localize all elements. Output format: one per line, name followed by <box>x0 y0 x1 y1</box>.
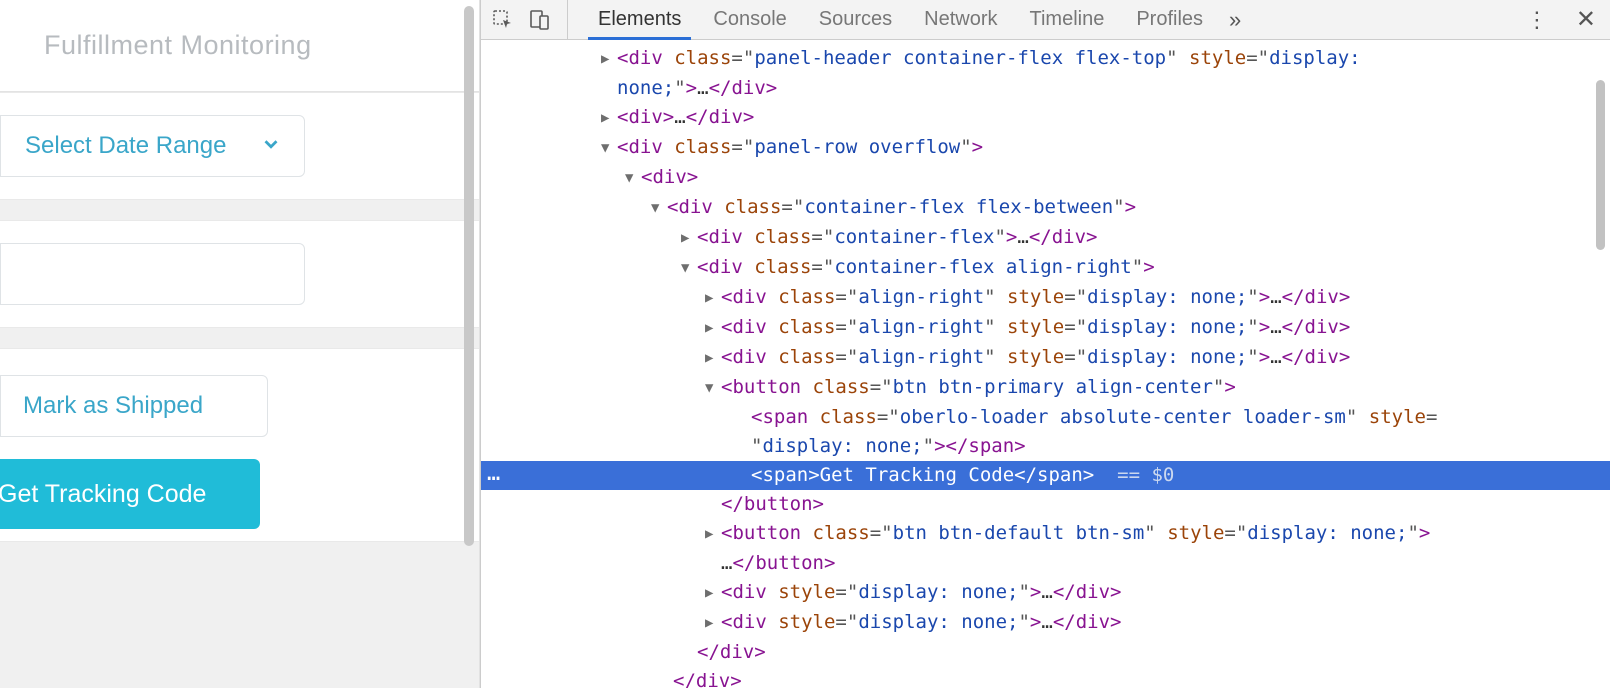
dom-line[interactable]: ▶<button class="btn btn-default btn-sm" … <box>481 519 1610 549</box>
dom-line[interactable]: …</button> <box>481 549 1610 578</box>
devtools-toolbar: ElementsConsoleSourcesNetworkTimelinePro… <box>481 0 1610 40</box>
dom-line[interactable]: none;">…</div> <box>481 74 1610 103</box>
app-scrollbar[interactable] <box>461 0 477 688</box>
date-range-block: Select Date Range <box>0 92 479 200</box>
devtools-scrollbar-thumb[interactable] <box>1596 80 1605 250</box>
dom-line[interactable]: ▼<div class="container-flex align-right"… <box>481 253 1610 283</box>
collapse-arrow-icon[interactable]: ▼ <box>625 164 639 193</box>
date-range-select[interactable]: Select Date Range <box>0 115 305 177</box>
filter-input[interactable] <box>0 243 305 305</box>
dom-line[interactable]: ▶<div class="panel-header container-flex… <box>481 44 1610 74</box>
get-tracking-code-label: Get Tracking Code <box>0 480 206 509</box>
dom-line[interactable]: "display: none;"></span> <box>481 432 1610 461</box>
dom-line[interactable]: …<span>Get Tracking Code</span> == $0 <box>481 461 1610 490</box>
devtools-tab-elements[interactable]: Elements <box>582 0 697 39</box>
dom-line[interactable]: </button> <box>481 490 1610 519</box>
devtools-inspect-group <box>491 0 568 39</box>
app-body: Select Date Range Mark as Shipped Get Tr… <box>0 92 479 688</box>
devtools-tabs: ElementsConsoleSourcesNetworkTimelinePro… <box>582 0 1219 39</box>
devtools-pane: ElementsConsoleSourcesNetworkTimelinePro… <box>480 0 1610 688</box>
dom-line[interactable]: ▶<div style="display: none;">…</div> <box>481 578 1610 608</box>
expand-arrow-icon[interactable]: ▶ <box>705 344 719 373</box>
collapse-arrow-icon[interactable]: ▼ <box>601 134 615 163</box>
devtools-tab-network[interactable]: Network <box>908 0 1013 39</box>
dom-line[interactable]: ▼<button class="btn btn-primary align-ce… <box>481 373 1610 403</box>
expand-arrow-icon[interactable]: ▶ <box>601 45 615 74</box>
date-range-label: Select Date Range <box>25 132 260 160</box>
mark-shipped-label: Mark as Shipped <box>23 392 203 420</box>
expand-arrow-icon[interactable]: ▶ <box>601 104 615 133</box>
expand-arrow-icon[interactable]: ▶ <box>705 579 719 608</box>
devtools-elements-panel[interactable]: ▶<div class="panel-header container-flex… <box>481 40 1610 688</box>
collapse-arrow-icon[interactable]: ▼ <box>681 254 695 283</box>
devtools-tab-console[interactable]: Console <box>697 0 802 39</box>
devtools-scrollbar[interactable] <box>1593 40 1608 688</box>
dom-line[interactable]: ▶<div>…</div> <box>481 103 1610 133</box>
dom-line[interactable]: ▼<div class="panel-row overflow"> <box>481 133 1610 163</box>
devtools-dom-tree[interactable]: ▶<div class="panel-header container-flex… <box>481 40 1610 688</box>
devtools-tab-profiles[interactable]: Profiles <box>1120 0 1219 39</box>
app-pane: Fulfillment Monitoring Select Date Range… <box>0 0 480 688</box>
dom-line[interactable]: ▶<div class="align-right" style="display… <box>481 283 1610 313</box>
collapse-arrow-icon[interactable]: ▼ <box>705 374 719 403</box>
mark-shipped-button[interactable]: Mark as Shipped <box>0 375 268 437</box>
collapse-arrow-icon[interactable]: ▼ <box>651 194 665 223</box>
dom-line-actions-icon[interactable]: … <box>487 459 501 488</box>
dom-line[interactable]: ▶<div class="container-flex">…</div> <box>481 223 1610 253</box>
actions-block: Mark as Shipped Get Tracking Code <box>0 348 479 542</box>
page-title: Fulfillment Monitoring <box>44 30 312 61</box>
expand-arrow-icon[interactable]: ▶ <box>681 224 695 253</box>
dom-line[interactable]: <span class="oberlo-loader absolute-cent… <box>481 403 1610 432</box>
device-toolbar-icon[interactable] <box>527 8 551 32</box>
expand-arrow-icon[interactable]: ▶ <box>705 314 719 343</box>
get-tracking-code-button[interactable]: Get Tracking Code <box>0 459 260 529</box>
expand-arrow-icon[interactable]: ▶ <box>705 284 719 313</box>
dom-line[interactable]: ▶<div class="align-right" style="display… <box>481 313 1610 343</box>
app-header: Fulfillment Monitoring <box>0 0 479 92</box>
dom-line[interactable]: ▶<div style="display: none;">…</div> <box>481 608 1610 638</box>
devtools-tab-timeline[interactable]: Timeline <box>1014 0 1121 39</box>
expand-arrow-icon[interactable]: ▶ <box>705 520 719 549</box>
inspect-element-icon[interactable] <box>491 8 515 32</box>
app-scrollbar-thumb[interactable] <box>464 6 474 546</box>
devtools-close-icon[interactable]: ✕ <box>1576 5 1596 34</box>
chevron-down-icon <box>260 133 282 160</box>
devtools-toolbar-right: ⋮ ✕ <box>1526 5 1602 34</box>
dom-line[interactable]: ▼<div class="container-flex flex-between… <box>481 193 1610 223</box>
dom-line[interactable]: ▼<div> <box>481 163 1610 193</box>
expand-arrow-icon[interactable]: ▶ <box>705 609 719 638</box>
devtools-tabs-overflow-icon[interactable]: » <box>1229 7 1241 33</box>
dom-line[interactable]: </div> <box>481 667 1610 688</box>
devtools-tab-sources[interactable]: Sources <box>803 0 908 39</box>
dom-line[interactable]: ▶<div class="align-right" style="display… <box>481 343 1610 373</box>
devtools-menu-icon[interactable]: ⋮ <box>1526 7 1548 33</box>
filter-block <box>0 220 479 328</box>
dom-line[interactable]: </div> <box>481 638 1610 667</box>
